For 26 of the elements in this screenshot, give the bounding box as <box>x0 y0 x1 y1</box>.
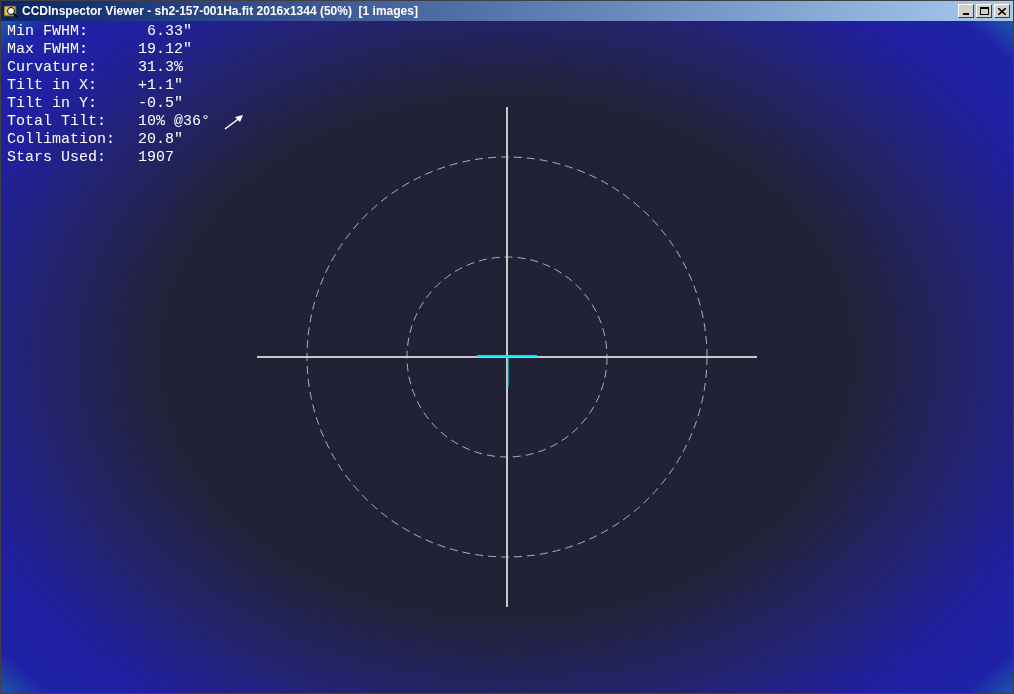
stat-label: Curvature: <box>7 59 98 77</box>
stat-label: Collimation: <box>7 131 117 149</box>
close-icon <box>998 7 1006 15</box>
stat-value: 19.12″ <box>138 41 192 59</box>
stat-value: 1907 <box>138 149 174 167</box>
tilt-indicator-drawing <box>476 355 538 388</box>
stat-label: Min FWHM: <box>7 23 89 41</box>
maximize-icon <box>979 7 989 15</box>
magnifier-icon <box>4 4 18 18</box>
maximize-button[interactable] <box>976 4 992 18</box>
stat-value: 6.33″ <box>146 23 192 41</box>
stat-label: Tilt in Y: <box>7 95 98 113</box>
stat-value: 10% @36° <box>138 113 210 131</box>
stat-value: 20.8″ <box>138 131 183 149</box>
minimize-icon <box>963 13 969 15</box>
stat-label: Tilt in X: <box>7 77 98 95</box>
stat-value: +1.1″ <box>138 77 183 95</box>
window-title: CCDInspector Viewer - sh2-157-001Ha.fit 2016x1344 (50%) [1 images] <box>22 3 418 20</box>
stat-value: 31.3% <box>138 59 183 77</box>
stat-label: Total Tilt: <box>7 113 108 131</box>
arrow-icon <box>224 114 244 130</box>
close-button[interactable] <box>994 4 1010 18</box>
stat-label: Max FWHM: <box>7 41 89 59</box>
stat-label: Stars Used: <box>7 149 108 167</box>
stat-value: -0.5″ <box>138 95 183 113</box>
minimize-button[interactable] <box>958 4 974 18</box>
